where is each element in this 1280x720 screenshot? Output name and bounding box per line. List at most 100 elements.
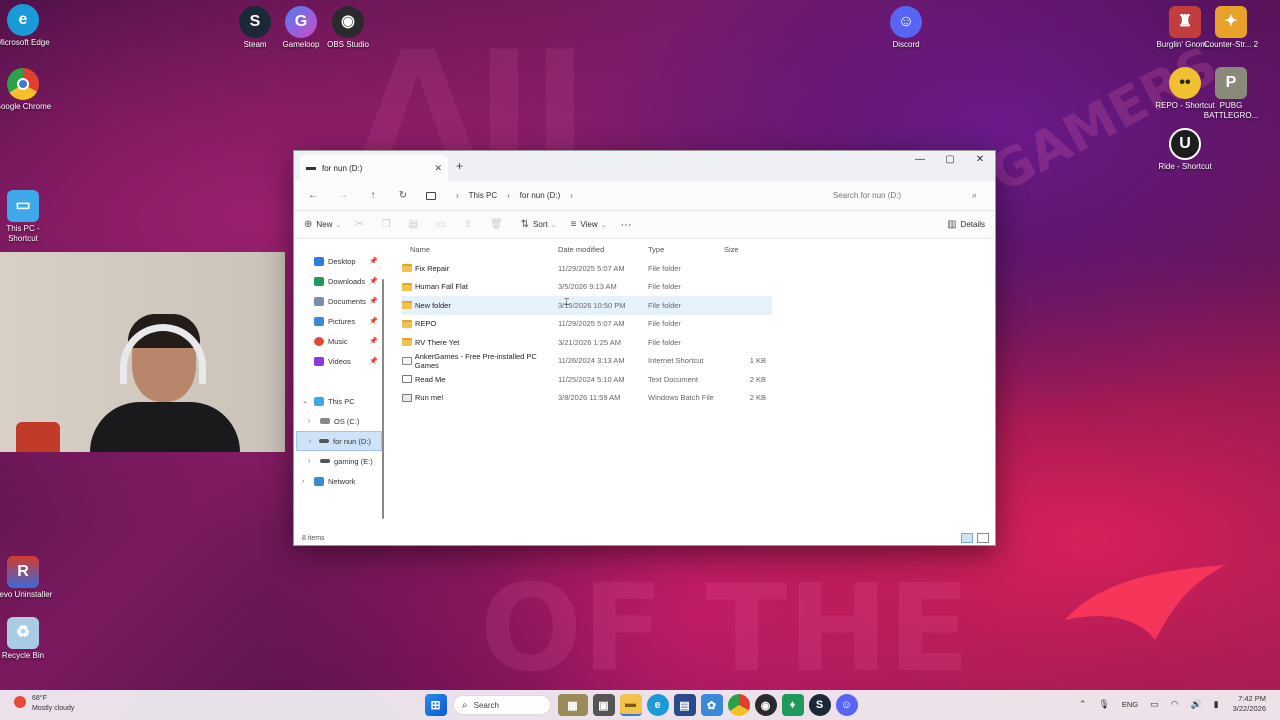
start-button[interactable]: ⊞ bbox=[424, 694, 447, 716]
forward-icon[interactable]: → bbox=[332, 190, 354, 201]
taskbar-search[interactable]: ⌕ Search bbox=[453, 695, 551, 715]
new-button[interactable]: ⊕ New ⌄ bbox=[304, 219, 341, 230]
rename-button[interactable]: ▭ bbox=[436, 219, 449, 230]
desktop-icon-chrome[interactable]: Google Chrome bbox=[0, 68, 55, 112]
desktop-icon-ride[interactable]: U Ride - Shortcut bbox=[1153, 128, 1217, 172]
obs-icon: ◉ bbox=[332, 6, 364, 38]
nav-item-os-c[interactable]: › OS (C:) bbox=[294, 411, 386, 431]
file-explorer-icon[interactable]: ▬ bbox=[619, 694, 642, 716]
edge-icon[interactable]: e bbox=[646, 694, 669, 716]
chevron-right-icon[interactable]: › bbox=[456, 191, 459, 200]
chevron-down-icon: ⌄ bbox=[550, 221, 557, 229]
desktop-icon-pubg[interactable]: P PUBG BATTLEGRO... bbox=[1199, 67, 1263, 121]
file-row[interactable]: Read Me 11/25/2024 5:10 AM Text Document… bbox=[402, 370, 772, 389]
view-button[interactable]: ≡ View ⌄ bbox=[571, 219, 607, 230]
close-icon[interactable]: ✕ bbox=[965, 151, 995, 169]
breadcrumb-this-pc[interactable]: This PC bbox=[469, 191, 497, 200]
nav-item-gaming-e[interactable]: › gaming (E:) bbox=[294, 451, 386, 471]
details-button[interactable]: ▥ Details bbox=[947, 219, 985, 230]
nav-item-documents[interactable]: Documents 📌 bbox=[294, 291, 386, 311]
file-row[interactable]: AnkerGames - Free Pre-installed PC Games… bbox=[402, 352, 772, 371]
minimize-icon[interactable]: — bbox=[905, 151, 935, 169]
paste-button[interactable]: ▤ bbox=[409, 219, 422, 230]
more-options-button[interactable]: ··· bbox=[621, 219, 632, 231]
file-row[interactable]: Fix Repair 11/29/2025 5:07 AM File folde… bbox=[402, 259, 772, 278]
chevron-right-icon[interactable]: › bbox=[570, 191, 573, 200]
revo-uninstaller-icon: R bbox=[7, 556, 39, 588]
gamepad-icon[interactable]: ♦ bbox=[781, 694, 804, 716]
desktop-icon-edge[interactable]: e Microsoft Edge bbox=[0, 4, 55, 48]
steam-icon[interactable]: S bbox=[808, 694, 831, 716]
weather-widget[interactable]: 68°F Mostly cloudy bbox=[14, 694, 74, 714]
search-icon[interactable]: ⌕ bbox=[972, 190, 977, 201]
desktop-icon-counter-strike[interactable]: ✦ Counter-Str... 2 bbox=[1199, 6, 1263, 50]
obs-icon[interactable]: ◉ bbox=[754, 694, 777, 716]
command-bar: ⊕ New ⌄ ✂ ❐ ▤ ▭ ⇪ 🗑 ⇅ Sort ⌄ ≡ View ⌄ ··… bbox=[294, 211, 995, 239]
tab-for-nun[interactable]: for nun (D:) ✕ bbox=[300, 155, 448, 181]
file-row[interactable]: RV There Yet 3/21/2026 1:25 AM File fold… bbox=[402, 333, 772, 352]
chevron-right-icon[interactable]: › bbox=[308, 418, 310, 425]
store-icon[interactable]: ▤ bbox=[673, 694, 696, 716]
details-view-icon[interactable] bbox=[961, 533, 973, 543]
battery-icon[interactable]: ▮ bbox=[1214, 699, 1219, 710]
chevron-right-icon[interactable]: › bbox=[308, 458, 310, 465]
wifi-icon[interactable]: ◠ bbox=[1171, 699, 1179, 710]
volume-icon[interactable]: 🔊 bbox=[1190, 699, 1201, 710]
microphone-icon[interactable]: 🎙 bbox=[1098, 699, 1109, 710]
back-icon[interactable]: ← bbox=[302, 190, 324, 201]
language-indicator[interactable]: ENG bbox=[1122, 700, 1138, 709]
breadcrumb-drive[interactable]: for nun (D:) bbox=[520, 191, 560, 200]
desktop-icon-discord[interactable]: ☺ Discord bbox=[874, 6, 938, 50]
drive-icon bbox=[320, 459, 330, 463]
task-view-icon[interactable]: ▣ bbox=[592, 694, 615, 716]
discord-icon[interactable]: ☺ bbox=[835, 694, 858, 716]
delete-button[interactable]: 🗑 bbox=[490, 219, 507, 230]
share-button[interactable]: ⇪ bbox=[464, 219, 476, 230]
nav-item-this-pc[interactable]: ⌄ This PC bbox=[294, 391, 386, 411]
nav-item-pictures[interactable]: Pictures 📌 bbox=[294, 311, 386, 331]
desktop-icon-revo[interactable]: R Revo Uninstaller bbox=[0, 556, 55, 600]
nav-item-desktop[interactable]: Desktop 📌 bbox=[294, 251, 386, 271]
chevron-up-icon[interactable]: ⌃ bbox=[1079, 699, 1087, 710]
tiles-view-icon[interactable] bbox=[977, 533, 989, 543]
column-name[interactable]: Name bbox=[402, 245, 558, 254]
desktop-icon-this-pc[interactable]: ▭ This PC - Shortcut bbox=[0, 190, 55, 244]
nav-item-music[interactable]: Music 📌 bbox=[294, 331, 386, 351]
file-row[interactable]: Run me! 3/8/2026 11:59 AM Windows Batch … bbox=[402, 389, 772, 408]
column-date-modified[interactable]: Date modified bbox=[558, 245, 648, 254]
search-input[interactable] bbox=[833, 191, 972, 200]
close-tab-icon[interactable]: ✕ bbox=[434, 163, 442, 174]
chevron-right-icon[interactable]: › bbox=[309, 438, 311, 445]
file-row-hovered[interactable]: New folder 3/15/2026 10:50 PM File folde… bbox=[402, 296, 772, 315]
sort-button[interactable]: ⇅ Sort ⌄ bbox=[521, 219, 557, 230]
new-tab-icon[interactable]: + bbox=[456, 159, 463, 173]
desktop-icon-obs[interactable]: ◉ OBS Studio bbox=[316, 6, 380, 50]
photos-icon[interactable]: ✿ bbox=[700, 694, 723, 716]
chevron-right-icon[interactable]: › bbox=[302, 478, 304, 485]
monitor-icon[interactable]: ▭ bbox=[1150, 699, 1159, 710]
chrome-icon[interactable] bbox=[727, 694, 750, 716]
column-size[interactable]: Size bbox=[724, 245, 784, 254]
up-icon[interactable]: ↑ bbox=[362, 190, 384, 201]
nav-item-downloads[interactable]: Downloads 📌 bbox=[294, 271, 386, 291]
refresh-icon[interactable]: ↻ bbox=[392, 190, 414, 201]
view-toggle bbox=[957, 533, 989, 543]
column-type[interactable]: Type bbox=[648, 245, 724, 254]
chevron-down-icon[interactable]: ⌄ bbox=[302, 397, 308, 405]
nav-item-for-nun-d[interactable]: › for nun (D:) bbox=[296, 431, 382, 451]
copy-button[interactable]: ❐ bbox=[382, 219, 395, 230]
file-row[interactable]: REPO 11/29/2025 5:07 AM File folder bbox=[402, 315, 772, 334]
cut-button[interactable]: ✂ bbox=[355, 219, 367, 230]
breadcrumb[interactable]: › This PC › for nun (D:) › bbox=[426, 186, 806, 206]
nav-item-videos[interactable]: Videos 📌 bbox=[294, 351, 386, 371]
content-area: Desktop 📌 Downloads 📌 Documents 📌 Pictur… bbox=[294, 239, 995, 531]
widgets-icon[interactable]: ▦ bbox=[557, 694, 588, 716]
maximize-icon[interactable]: ▢ bbox=[935, 151, 965, 169]
desktop-icon-recycle-bin[interactable]: ♻ Recycle Bin bbox=[0, 617, 55, 661]
nav-item-network[interactable]: › Network bbox=[294, 471, 386, 491]
chevron-right-icon[interactable]: › bbox=[507, 191, 510, 200]
file-row[interactable]: Human Fall Flat 3/5/2026 9:13 AM File fo… bbox=[402, 278, 772, 297]
taskbar-apps: ⊞ ⌕ Search ▦ ▣ ▬ e ▤ ✿ ◉ ♦ S ☺ bbox=[422, 694, 860, 716]
internet-shortcut-icon bbox=[402, 356, 412, 365]
clock[interactable]: 7:42 PM 3/22/2026 bbox=[1233, 694, 1266, 714]
